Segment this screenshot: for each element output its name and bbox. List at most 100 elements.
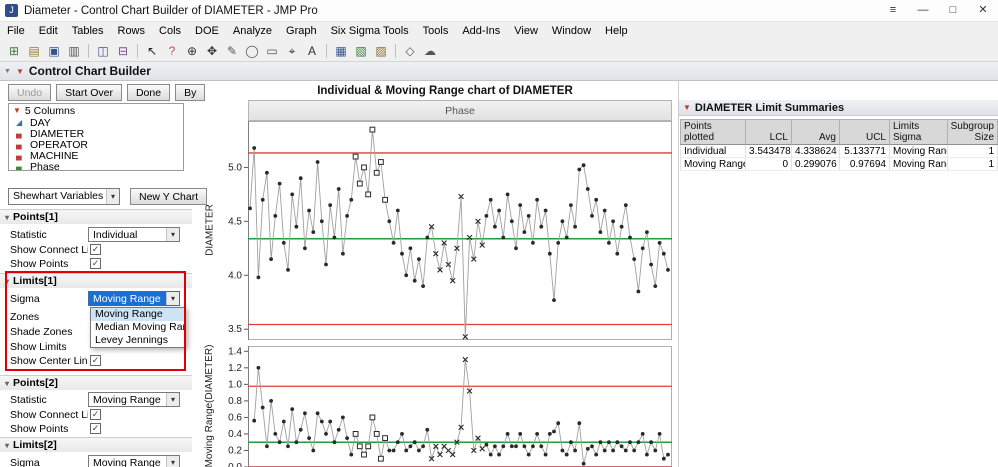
toolbar-separator [137,43,138,58]
points1-row-show-points: Show Points ✓ [10,256,192,271]
brush-tool-icon[interactable]: ✎ [223,42,241,60]
points1-header[interactable]: Points[1] [0,209,192,224]
graph-window-icon[interactable]: ▧ [352,42,370,60]
dropdown-value: Moving Range [89,292,166,305]
shape-annotation-icon[interactable]: ◇ [401,42,419,60]
save-icon[interactable]: ▣ [45,42,63,60]
layout-icon[interactable]: ⊟ [114,42,132,60]
menu-edit[interactable]: Edit [32,22,65,40]
column-item-phase[interactable]: ▄ Phase [9,161,183,171]
disclosure-triangle-icon[interactable] [5,439,9,451]
statistic-dropdown[interactable]: Moving Range [88,392,180,407]
table-cell: 1 [948,158,998,171]
arrow-tool-icon[interactable]: ↖ [143,42,161,60]
svg-text:4.5: 4.5 [228,216,242,227]
menu-file[interactable]: File [0,22,32,40]
limits2-header[interactable]: Limits[2] [0,437,192,452]
titlebar: J Diameter - Control Chart Builder of DI… [0,0,998,22]
individual-chart[interactable]: 3.5 4.0 4.5 5.0 [218,121,672,340]
window-title: Diameter - Control Chart Builder of DIAM… [24,4,318,17]
close-icon[interactable]: ✕ [968,0,998,22]
report-hotspot-icon[interactable]: ▼ [16,67,24,76]
column-header-avg[interactable]: Avg [792,119,840,145]
crosshair-tool-icon[interactable]: ⌖ [283,42,301,60]
limits2-row-sigma: Sigma Moving Range [10,455,192,467]
menu-cols[interactable]: Cols [152,22,188,40]
menu-window[interactable]: Window [545,22,598,40]
app-icon: J [5,4,18,17]
menu-graph[interactable]: Graph [279,22,324,40]
lasso-tool-icon[interactable]: ◯ [243,42,261,60]
dropdown-option-moving-range[interactable]: Moving Range [91,308,185,321]
limits1-header[interactable]: Limits[1] [0,273,192,288]
new-data-table-icon[interactable]: ⊞ [5,42,23,60]
column-header-limits-sigma[interactable]: Limits Sigma [890,119,948,145]
column-item-machine[interactable]: ▄ MACHINE [9,150,183,162]
undo-button[interactable]: Undo [8,84,52,101]
table-cell: 4.338624 [792,145,840,158]
data-table-window-icon[interactable]: ▦ [332,42,350,60]
column-item-day[interactable]: ◢ DAY [9,117,183,129]
column-header-ucl[interactable]: UCL [840,119,890,145]
start-over-button[interactable]: Start Over [56,84,122,101]
table-row: Moving Range00.2990760.97694Moving Range… [680,158,998,171]
menu-rows[interactable]: Rows [111,22,153,40]
annotate-tool-icon[interactable]: A [303,42,321,60]
menu-analyze[interactable]: Analyze [226,22,279,40]
disclosure-triangle-icon[interactable] [5,211,9,223]
show-connect-line-checkbox[interactable]: ✓ [90,409,101,420]
minimize-icon[interactable]: — [908,0,938,22]
menu-add-ins[interactable]: Add-Ins [455,22,507,40]
cloud-annotation-icon[interactable]: ☁ [421,42,439,60]
dropdown-option-levey-jennings[interactable]: Levey Jennings [91,334,185,347]
dropdown-option-median-moving-range[interactable]: Median Moving Range [91,321,185,334]
menu-doe[interactable]: DOE [188,22,226,40]
script-window-icon[interactable]: ▨ [372,42,390,60]
row-label: Statistic [10,228,47,241]
show-points-checkbox[interactable]: ✓ [90,258,101,269]
table-cell: 0.97694 [840,158,890,171]
window-menu-icon[interactable]: ≡ [878,0,908,22]
sigma-dropdown[interactable]: Moving Range [88,455,180,467]
menu-tables[interactable]: Tables [65,22,111,40]
disclosure-triangle-icon[interactable] [5,275,9,287]
sigma-dropdown[interactable]: Moving Range [88,291,180,306]
svg-text:0.6: 0.6 [228,412,242,423]
grabber-tool-icon[interactable]: ✥ [203,42,221,60]
moving-range-chart[interactable]: 0.0 0.2 0.4 0.6 0.8 1.0 1.2 1.4 [218,346,672,467]
statistic-dropdown[interactable]: Individual [88,227,180,242]
columns-hotspot-icon[interactable]: ▼ [13,106,21,115]
show-points-checkbox[interactable]: ✓ [90,423,101,434]
chart-type-row: Shewhart Variables New Y Chart [8,188,208,205]
journal-icon[interactable]: ◫ [94,42,112,60]
svg-text:0.0: 0.0 [228,462,242,467]
phase-label: Phase [445,104,475,117]
chart-type-dropdown[interactable]: Shewhart Variables [8,188,120,205]
done-button[interactable]: Done [126,84,171,101]
menu-help[interactable]: Help [598,22,635,40]
column-header-subgroup-size[interactable]: Subgroup Size [948,119,998,145]
eraser-tool-icon[interactable]: ▭ [263,42,281,60]
disclosure-triangle-icon[interactable] [5,377,9,389]
outline-disclosure-icon[interactable]: ▼ [4,68,11,75]
column-item-operator[interactable]: ▄ OPERATOR [9,139,183,151]
svg-text:0.2: 0.2 [228,445,242,456]
summary-panel: ▼ DIAMETER Limit Summaries Points plotte… [678,81,998,467]
table-cell: 1 [948,145,998,158]
points2-header[interactable]: Points[2] [0,375,192,390]
menu-view[interactable]: View [507,22,545,40]
print-icon[interactable]: ▥ [65,42,83,60]
help-tool-icon[interactable]: ? [163,42,181,60]
summary-hotspot-icon[interactable]: ▼ [683,103,691,112]
menu-six-sigma-tools[interactable]: Six Sigma Tools [324,22,416,40]
points2-row-statistic: Statistic Moving Range [10,392,192,407]
maximize-icon[interactable]: □ [938,0,968,22]
show-center-line-checkbox[interactable]: ✓ [90,355,101,366]
column-header-points-plotted[interactable]: Points plotted [680,119,746,145]
column-header-lcl[interactable]: LCL [746,119,792,145]
open-icon[interactable]: ▤ [25,42,43,60]
column-item-diameter[interactable]: ▄ DIAMETER [9,128,183,140]
show-connect-line-checkbox[interactable]: ✓ [90,244,101,255]
magnifier-tool-icon[interactable]: ⊕ [183,42,201,60]
menu-tools[interactable]: Tools [416,22,456,40]
